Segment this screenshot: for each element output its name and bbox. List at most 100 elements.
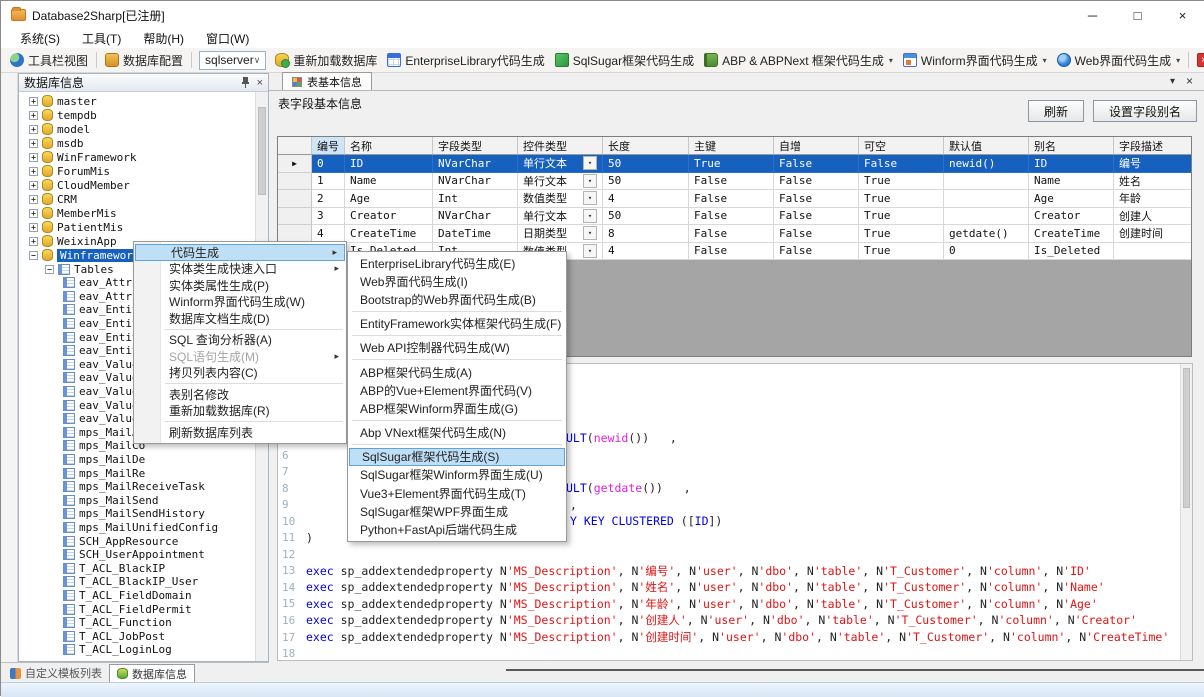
grid-cell[interactable]: False (774, 225, 859, 243)
context-menu-item[interactable]: SQL 查询分析器(A) (134, 332, 346, 349)
grid-column-header[interactable]: 自增 (774, 137, 859, 155)
grid-cell[interactable]: False (859, 155, 944, 173)
grid-cell[interactable]: 创建时间 (1114, 225, 1192, 243)
menubar-item[interactable]: 系统(S) (9, 29, 71, 48)
refresh-button[interactable]: 刷新 (1028, 100, 1084, 122)
context-menu-item[interactable]: 数据库文档生成(D) (134, 310, 346, 327)
context-menu-item[interactable]: 重新加载数据库(R) (134, 403, 346, 420)
grid-cell[interactable]: True (859, 243, 944, 261)
grid-row-selector[interactable] (278, 208, 312, 226)
grid-cell[interactable]: 4 (603, 243, 689, 261)
chevron-down-icon[interactable]: ▾ (1170, 76, 1175, 87)
grid-cell[interactable] (1114, 243, 1192, 261)
grid-cell[interactable]: CreateTime (1029, 225, 1114, 243)
submenu-item[interactable]: ABP框架代码生成(A) (348, 363, 566, 381)
tree-item-table[interactable]: mps_MailReceiveTask (19, 480, 255, 494)
grid-row-selector[interactable] (278, 225, 312, 243)
tree-expander-icon[interactable]: + (29, 181, 38, 190)
submenu-item[interactable]: ABP框架Winform界面生成(G) (348, 399, 566, 417)
grid-cell[interactable]: 数值类型▾ (518, 190, 603, 208)
grid-cell[interactable]: False (689, 225, 774, 243)
tree-scrollbar-thumb[interactable] (258, 107, 266, 195)
grid-cell[interactable]: False (774, 155, 859, 173)
tree-item-database[interactable]: +PatientMis (19, 220, 255, 234)
grid-cell[interactable]: 2 (312, 190, 345, 208)
grid-cell[interactable]: ID (345, 155, 433, 173)
grid-cell[interactable]: True (859, 208, 944, 226)
submenu-item[interactable]: Bootstrap的Web界面代码生成(B) (348, 290, 566, 308)
tree-item-database[interactable]: +tempdb (19, 108, 255, 122)
dock-close-icon[interactable]: × (257, 77, 263, 89)
toolbar-button-database-config[interactable]: 数据库配置 (100, 50, 188, 71)
grid-cell[interactable]: False (774, 243, 859, 261)
tree-item-table[interactable]: T_ACL_Function (19, 616, 255, 630)
grid-cell[interactable]: ID (1029, 155, 1114, 173)
context-menu-item[interactable]: Winform界面代码生成(W) (134, 294, 346, 311)
grid-cell[interactable]: 姓名 (1114, 173, 1192, 191)
pin-icon[interactable] (241, 77, 250, 88)
menubar-item[interactable]: 窗口(W) (195, 29, 260, 48)
grid-column-header[interactable]: 字段类型 (433, 137, 518, 155)
submenu-item[interactable]: Python+FastApi后端代码生成 (348, 520, 566, 538)
content-close-icon[interactable]: × (1186, 74, 1193, 88)
grid-cell[interactable]: 单行文本▾ (518, 173, 603, 191)
tree-item-database[interactable]: +ForumMis (19, 164, 255, 178)
cell-dropdown-button[interactable]: ▾ (583, 209, 597, 223)
grid-cell[interactable]: 4 (312, 225, 345, 243)
grid-cell[interactable]: 0 (312, 155, 345, 173)
close-button[interactable]: × (1160, 1, 1204, 29)
grid-row[interactable]: 2AgeInt数值类型▾4FalseFalseTrueAge年龄 (278, 190, 1191, 208)
tree-item-table[interactable]: mps_MailSendHistory (19, 507, 255, 521)
grid-column-header[interactable]: 主键 (689, 137, 774, 155)
grid-cell[interactable]: Is_Deleted (1029, 243, 1114, 261)
grid-row-selector[interactable] (278, 190, 312, 208)
tree-expander-icon[interactable]: + (29, 125, 38, 134)
grid-cell[interactable]: False (774, 190, 859, 208)
submenu-item[interactable]: SqlSugar框架Winform界面生成(U) (348, 466, 566, 484)
context-menu-item[interactable]: 实体类生成快速入口▸ (134, 261, 346, 278)
grid-cell[interactable]: newid() (944, 155, 1029, 173)
toolbar-button-reload-database[interactable]: 重新加载数据库 (270, 50, 382, 71)
grid-cell[interactable]: NVarChar (433, 173, 518, 191)
grid-cell[interactable]: False (774, 208, 859, 226)
grid-cell[interactable]: True (689, 155, 774, 173)
cell-dropdown-button[interactable]: ▾ (583, 174, 597, 188)
grid-cell[interactable]: 8 (603, 225, 689, 243)
grid-cell[interactable]: Age (1029, 190, 1114, 208)
grid-cell[interactable] (944, 173, 1029, 191)
tree-expander-icon[interactable]: + (29, 111, 38, 120)
tree-expander-icon[interactable]: + (29, 153, 38, 162)
grid-cell[interactable]: False (774, 173, 859, 191)
tree-expander-icon[interactable]: + (29, 167, 38, 176)
tree-item-table[interactable]: mps_MailDe (19, 453, 255, 467)
tree-item-table[interactable]: mps_MailRe (19, 466, 255, 480)
toolbar-button-web[interactable]: Web界面代码生成▾ (1052, 50, 1185, 71)
tree-item-database[interactable]: +msdb (19, 136, 255, 150)
toolbar-button-sqlsugar[interactable]: SqlSugar框架代码生成 (550, 50, 699, 71)
grid-cell[interactable] (944, 208, 1029, 226)
tree-item-table[interactable]: T_ACL_FieldDomain (19, 589, 255, 603)
grid-cell[interactable]: Name (345, 173, 433, 191)
database-type-combo[interactable]: sqlserver∨ (199, 51, 266, 70)
tree-item-database[interactable]: +CRM (19, 192, 255, 206)
minimize-button[interactable]: ─ (1070, 1, 1115, 29)
submenu-item[interactable]: EntityFramework实体框架代码生成(F) (348, 315, 566, 333)
cell-dropdown-button[interactable]: ▾ (583, 156, 597, 170)
grid-column-header[interactable]: 长度 (603, 137, 689, 155)
context-menu-item[interactable]: 表别名修改 (134, 386, 346, 403)
submenu-item[interactable]: SqlSugar框架代码生成(S) (349, 448, 565, 466)
tree-item-table[interactable]: T_ACL_FieldPermit (19, 602, 255, 616)
grid-cell[interactable]: 0 (944, 243, 1029, 261)
context-menu-item[interactable]: 刷新数据库列表 (134, 424, 346, 441)
tree-expander-icon[interactable]: + (29, 237, 38, 246)
tab-table-basic-info[interactable]: 表基本信息 (282, 72, 372, 90)
tree-expander-icon[interactable]: + (29, 209, 38, 218)
tree-expander-icon[interactable]: + (29, 139, 38, 148)
grid-cell[interactable]: 50 (603, 173, 689, 191)
grid-cell[interactable]: False (689, 208, 774, 226)
grid-cell[interactable] (944, 190, 1029, 208)
grid-cell[interactable]: Name (1029, 173, 1114, 191)
grid-cell[interactable]: 4 (603, 190, 689, 208)
tree-expander-icon[interactable]: + (29, 97, 38, 106)
grid-row[interactable]: 1NameNVarChar单行文本▾50FalseFalseTrueName姓名 (278, 173, 1191, 191)
